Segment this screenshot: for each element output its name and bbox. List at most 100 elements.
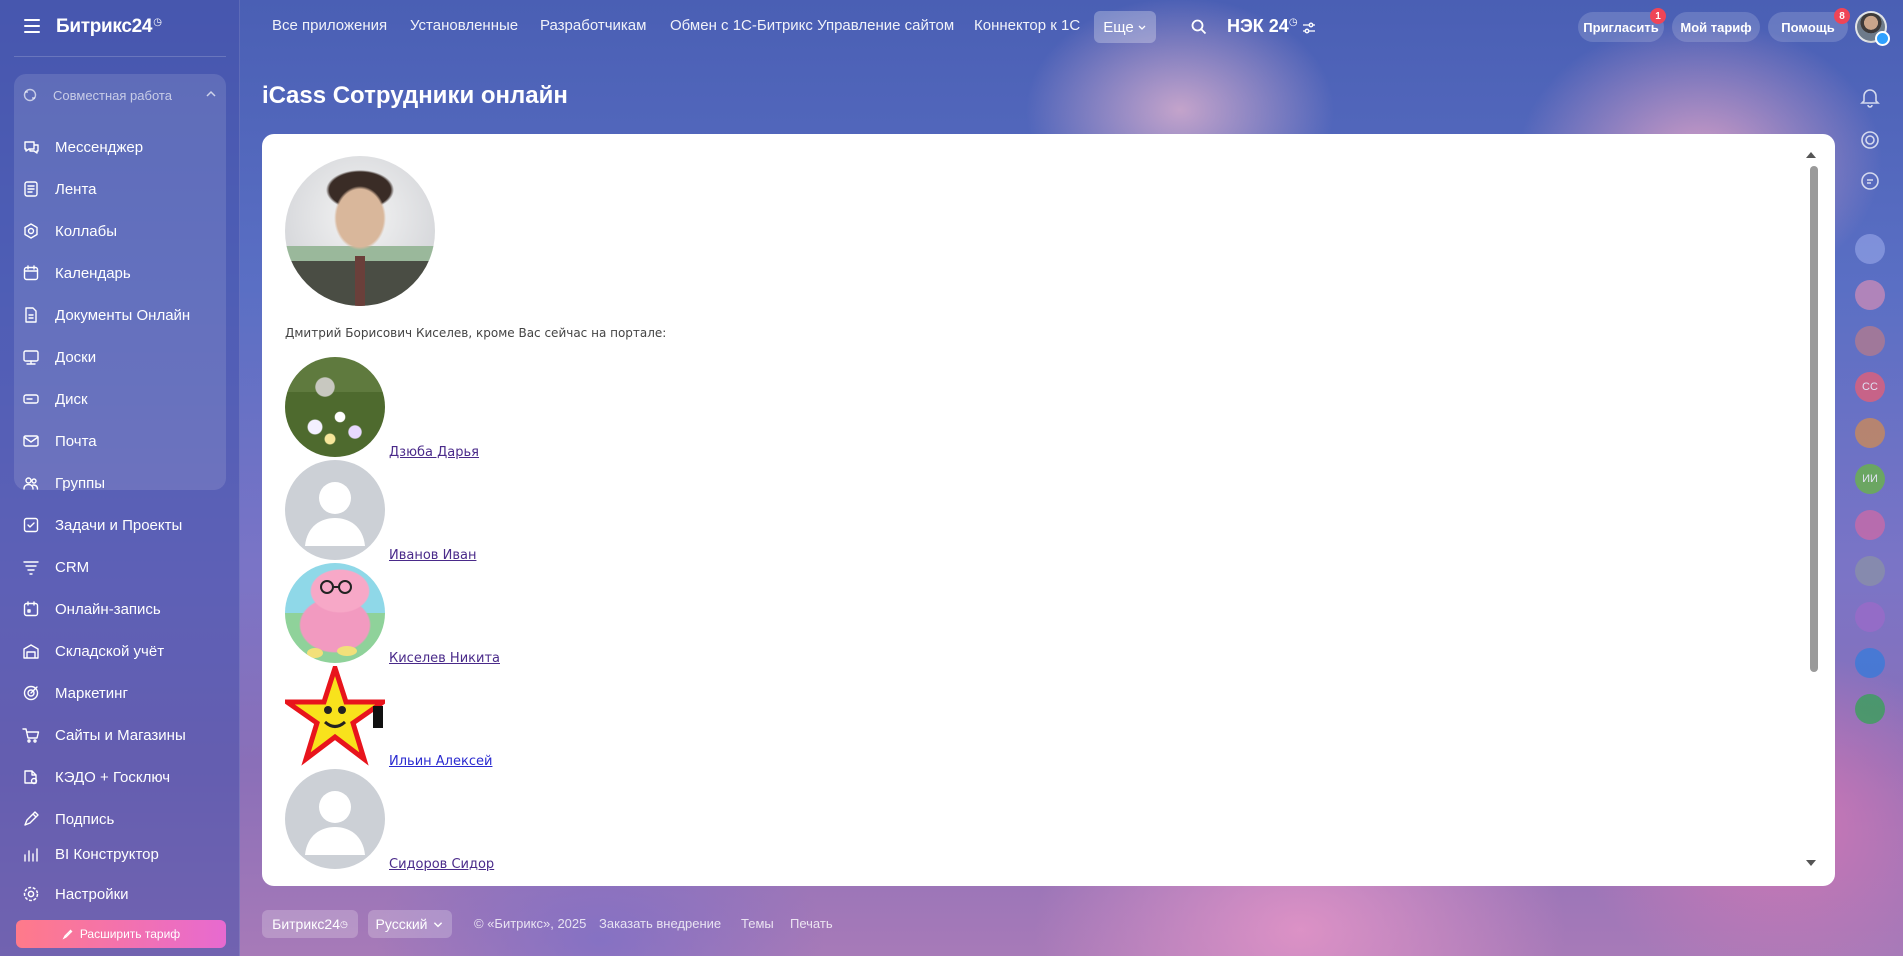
company-label: НЭК 24 [1227,16,1289,36]
sidebar-item-label: Настройки [55,885,129,903]
upgrade-tariff-button[interactable]: Расширить тариф [16,920,226,948]
copyright-text: © «Битрикс», 2025 [474,916,587,931]
language-label: Русский [375,916,428,932]
bitrix24-logo[interactable]: Битрикс24◷ [56,16,162,38]
sidebar-item-label: Мессенджер [55,138,144,156]
company-name[interactable]: НЭК 24◷ [1227,16,1298,37]
chevron-down-icon [434,922,443,928]
collab-group-icon [23,88,37,102]
sidebar-item-5[interactable]: Документы Онлайн [22,300,226,330]
order-implementation-link[interactable]: Заказать внедрение [599,916,721,931]
recent-chat-avatar[interactable] [1855,234,1885,264]
sidebar-item-label: Сайты и Магазины [55,726,186,744]
language-select[interactable]: Русский [368,910,452,938]
online-intro-text: Дмитрий Борисович Киселев, кроме Вас сей… [285,326,667,340]
sidebar-item-4[interactable]: Календарь [22,258,226,288]
bell-icon[interactable] [1858,85,1882,109]
recent-chat-avatar[interactable] [1855,418,1885,448]
footer-bitrix24-chip[interactable]: Битрикс24 ◷ [262,910,358,938]
sliders-icon[interactable] [1302,21,1316,35]
sidebar-item-9[interactable]: Группы [22,468,226,498]
feed-icon [22,180,40,198]
bi-icon [22,846,40,862]
scroll-up-arrow[interactable] [1806,152,1816,158]
groups-icon [22,474,40,492]
my-tariff-button[interactable]: Мой тариф [1672,12,1760,42]
sidebar-item-label: Подпись [55,810,115,828]
recent-chat-avatar[interactable] [1855,280,1885,310]
recent-chat-avatar[interactable]: ИИ [1855,464,1885,494]
topnav-link-developers[interactable]: Разработчикам [540,17,646,34]
logo-text: Битрикс24 [56,16,153,37]
user-link[interactable]: Ильин Алексей [389,754,492,769]
pulse-icon[interactable] [1858,128,1882,152]
marketing-icon [22,684,40,702]
topnav-link-1c-exchange[interactable]: Обмен с 1С-Битрикс Управление сайтом [670,17,954,34]
chat-search-icon[interactable] [1858,169,1882,193]
scrollbar-thumb[interactable] [1810,166,1818,672]
sidebar-item-label: CRM [55,558,90,576]
sidebar-item-14[interactable]: Маркетинг [22,678,226,708]
disk-icon [22,390,40,408]
recent-chat-avatar[interactable] [1855,556,1885,586]
chevron-up-icon[interactable] [204,87,218,101]
footer-brand-label: Битрикс24 [272,916,341,932]
sidebar-item-3[interactable]: Коллабы [22,216,226,246]
sidebar-item-6[interactable]: Доски [22,342,226,372]
sidebar-item-13[interactable]: Складской учёт [22,636,226,666]
topnav-link-1c-connector[interactable]: Коннектор к 1С [974,17,1080,34]
topnav-more-button[interactable]: Еще [1094,11,1156,43]
sidebar-item-15[interactable]: Сайты и Магазины [22,720,226,750]
menu-toggle-icon[interactable] [24,19,40,33]
sidebar-item-10[interactable]: Задачи и Проекты [22,510,226,540]
sidebar-item-7[interactable]: Диск [22,384,226,414]
sidebar-item-17[interactable]: Подпись [22,804,226,834]
topnav-link-all-apps[interactable]: Все приложения [272,17,387,34]
topnav-link-installed[interactable]: Установленные [410,17,518,34]
sidebar-item-8[interactable]: Почта [22,426,226,456]
gear-icon [22,885,40,903]
user-avatar[interactable] [1855,11,1890,46]
sidebar-item-label: Документы Онлайн [55,306,191,324]
user-photo-pig [285,563,385,663]
collaboration-group-header[interactable]: Совместная работа [22,85,218,105]
sidebar-item-label: Маркетинг [55,684,128,702]
sidebar-item-2[interactable]: Лента [22,174,226,204]
sidebar-item-label: Доски [55,348,97,366]
recent-chat-avatar[interactable] [1855,648,1885,678]
sidebar-item-1[interactable]: Мессенджер [22,132,226,162]
invite-button[interactable]: Пригласить 1 [1578,8,1666,42]
sidebar-item-label: BI Конструктор [55,846,159,862]
sidebar-item-11[interactable]: CRM [22,552,226,582]
sidebar-item-12[interactable]: Онлайн-запись [22,594,226,624]
recent-chat-avatar[interactable]: СС [1855,372,1885,402]
default-avatar-icon [285,769,385,869]
print-link[interactable]: Печать [790,916,833,931]
page-title: iCass Сотрудники онлайн [262,82,568,109]
scroll-down-arrow[interactable] [1806,860,1816,866]
user-link[interactable]: Сидоров Сидор [389,857,494,872]
sidebar-item-label: Группы [55,474,105,492]
user-link[interactable]: Дзюба Дарья [389,445,479,460]
cart-icon [22,726,40,744]
chevron-down-icon [1138,25,1146,30]
invite-label: Пригласить [1583,19,1659,35]
sidebar-item-settings[interactable]: Настройки [22,879,226,909]
themes-link[interactable]: Темы [741,916,774,931]
recent-chat-avatar[interactable] [1855,326,1885,356]
recent-chat-avatar[interactable] [1855,510,1885,540]
sidebar-item-18[interactable]: BI Конструктор [22,846,226,862]
booking-icon [22,600,40,618]
search-icon[interactable] [1191,19,1207,35]
recent-chat-avatar[interactable] [1855,602,1885,632]
app-frame: Дмитрий Борисович Киселев, кроме Вас сей… [262,134,1835,886]
help-button[interactable]: Помощь 8 [1768,8,1850,42]
group-title: Совместная работа [53,87,172,103]
sidebar-item-16[interactable]: КЭДО + Госключ [22,762,226,792]
user-link[interactable]: Иванов Иван [389,548,476,563]
user-photo-star [285,666,385,766]
online-user-item: Ильин Алексей [285,666,985,769]
recent-chat-avatar[interactable] [1855,694,1885,724]
chat-icon [22,138,40,156]
user-link[interactable]: Киселев Никита [389,651,500,666]
